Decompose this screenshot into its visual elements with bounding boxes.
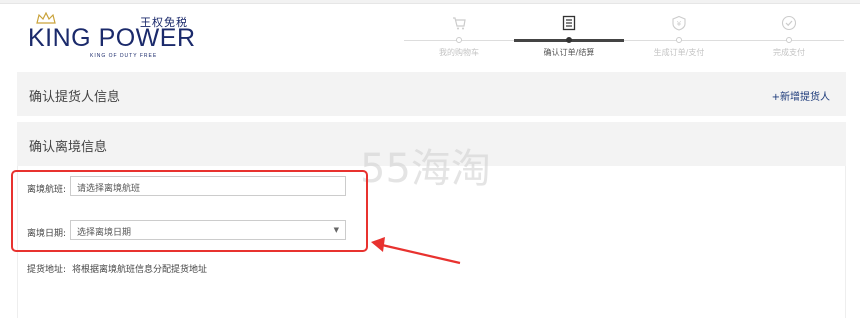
receipt-icon [562,15,576,31]
step-cart: 我的购物车 [404,12,514,64]
section-title: 确认提货人信息 [29,90,121,105]
pickup-person-section: 确认提货人信息 +新增提货人 [17,72,846,116]
cart-icon [453,17,466,30]
step-dot [566,37,572,43]
annotation-highlight-box [11,170,368,252]
pickup-address-label: 提货地址: [27,265,67,275]
top-border [0,0,860,4]
checkout-progress: 我的购物车 确认订单/结算 ¥ 生成订单/支付 完成支付 [404,12,844,64]
svg-text:¥: ¥ [677,20,682,28]
step-dot [456,37,462,43]
pickup-address-value: 将根据离境航班信息分配提货地址 [72,265,208,275]
step-complete: 完成支付 [734,12,844,64]
annotation-arrow [371,237,461,265]
section-title: 确认离境信息 [29,140,108,155]
step-dot [676,37,682,43]
step-payment: ¥ 生成订单/支付 [624,12,734,64]
watermark: 55海淘 [360,146,491,192]
crown-icon [36,12,56,24]
step-label: 我的购物车 [439,48,479,57]
step-confirm-order: 确认订单/结算 [514,12,624,64]
king-power-logo[interactable]: 王权免税 KING POWER KING OF DUTY FREE [28,10,195,59]
logo-brand-text: KING POWER [28,24,196,52]
check-circle-icon [781,15,797,31]
add-pickup-person-link[interactable]: +新增提货人 [772,88,830,103]
logo-subtitle: KING OF DUTY FREE [90,53,158,59]
yen-icon: ¥ [672,15,686,31]
step-label: 确认订单/结算 [543,48,595,57]
step-dot [786,37,792,43]
step-label: 完成支付 [773,48,805,57]
step-label: 生成订单/支付 [653,48,705,57]
